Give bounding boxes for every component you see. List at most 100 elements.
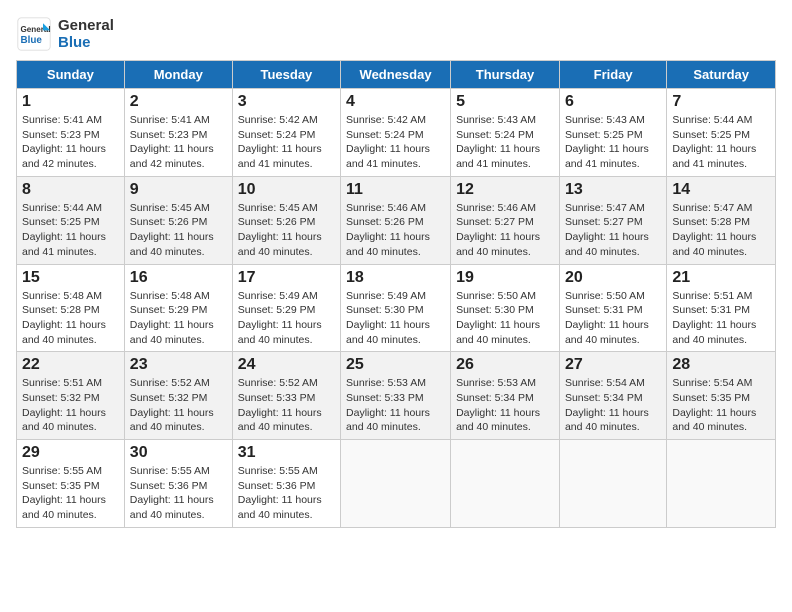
header: General Blue General Blue: [16, 16, 776, 52]
day-header-tuesday: Tuesday: [232, 61, 340, 89]
logo-icon: General Blue: [16, 16, 52, 52]
calendar-cell: 17Sunrise: 5:49 AMSunset: 5:29 PMDayligh…: [232, 264, 340, 352]
day-detail: Sunrise: 5:51 AMSunset: 5:32 PMDaylight:…: [22, 376, 119, 435]
calendar-cell: 18 Sunrise: 5:49 AMSunset: 5:30 PMDayligh…: [341, 264, 451, 352]
day-detail: Sunrise: 5:43 AMSunset: 5:24 PMDaylight:…: [456, 113, 554, 172]
day-number: 14: [672, 181, 770, 199]
day-header-sunday: Sunday: [17, 61, 125, 89]
calendar-body: 1 Sunrise: 5:41 AMSunset: 5:23 PMDaylight…: [17, 89, 776, 528]
day-detail: Sunrise: 5:44 AMSunset: 5:25 PMDaylight:…: [672, 113, 770, 172]
calendar-cell: 1 Sunrise: 5:41 AMSunset: 5:23 PMDaylight…: [17, 89, 125, 177]
day-number: 22: [22, 356, 119, 374]
day-number: 15: [22, 269, 119, 287]
day-detail: Sunrise: 5:48 AMSunset: 5:28 PMDaylight:…: [22, 289, 119, 348]
day-detail: Sunrise: 5:45 AMSunset: 5:26 PMDaylight:…: [238, 201, 335, 260]
day-header-saturday: Saturday: [667, 61, 776, 89]
logo-text2: Blue: [58, 34, 114, 51]
day-number: 2: [130, 93, 227, 111]
calendar-cell: 10 Sunrise: 5:45 AMSunset: 5:26 PMDayligh…: [232, 176, 340, 264]
day-header-wednesday: Wednesday: [341, 61, 451, 89]
day-number: 3: [238, 93, 335, 111]
day-number: 1: [22, 93, 119, 111]
calendar-cell: 7 Sunrise: 5:44 AMSunset: 5:25 PMDaylight…: [667, 89, 776, 177]
calendar-cell: [341, 440, 451, 528]
day-detail: Sunrise: 5:42 AMSunset: 5:24 PMDaylight:…: [238, 113, 335, 172]
day-number: 6: [565, 93, 661, 111]
days-header-row: SundayMondayTuesdayWednesdayThursdayFrid…: [17, 61, 776, 89]
day-number: 7: [672, 93, 770, 111]
calendar-cell: [667, 440, 776, 528]
calendar-cell: 31 Sunrise: 5:55 AMSunset: 5:36 PMDayligh…: [232, 440, 340, 528]
calendar-cell: 24 Sunrise: 5:52 AMSunset: 5:33 PMDayligh…: [232, 352, 340, 440]
day-number: 20: [565, 269, 661, 287]
day-detail: Sunrise: 5:55 AMSunset: 5:36 PMDaylight:…: [238, 464, 335, 523]
table-row: 22 Sunrise: 5:51 AMSunset: 5:32 PMDayligh…: [17, 352, 776, 440]
day-number: 9: [130, 181, 227, 199]
calendar-cell: 16Sunrise: 5:48 AMSunset: 5:29 PMDayligh…: [124, 264, 232, 352]
calendar-header: SundayMondayTuesdayWednesdayThursdayFrid…: [17, 61, 776, 89]
day-detail: Sunrise: 5:50 AMSunset: 5:31 PMDaylight:…: [565, 289, 661, 348]
calendar-cell: 2 Sunrise: 5:41 AMSunset: 5:23 PMDaylight…: [124, 89, 232, 177]
day-number: 11: [346, 181, 445, 199]
day-detail: Sunrise: 5:52 AMSunset: 5:33 PMDaylight:…: [238, 376, 335, 435]
day-detail: Sunrise: 5:47 AMSunset: 5:28 PMDaylight:…: [672, 201, 770, 260]
day-number: 28: [672, 356, 770, 374]
calendar-cell: 15 Sunrise: 5:48 AMSunset: 5:28 PMDayligh…: [17, 264, 125, 352]
day-number: 4: [346, 93, 445, 111]
day-detail: Sunrise: 5:46 AMSunset: 5:27 PMDaylight:…: [456, 201, 554, 260]
day-detail: Sunrise: 5:48 AMSunset: 5:29 PMDaylight:…: [130, 289, 227, 348]
calendar-cell: 5 Sunrise: 5:43 AMSunset: 5:24 PMDaylight…: [451, 89, 560, 177]
calendar-cell: 22 Sunrise: 5:51 AMSunset: 5:32 PMDayligh…: [17, 352, 125, 440]
logo: General Blue General Blue: [16, 16, 114, 52]
calendar-cell: 28Sunrise: 5:54 AMSunset: 5:35 PMDayligh…: [667, 352, 776, 440]
table-row: 29Sunrise: 5:55 AMSunset: 5:35 PMDayligh…: [17, 440, 776, 528]
table-row: 15 Sunrise: 5:48 AMSunset: 5:28 PMDayligh…: [17, 264, 776, 352]
calendar-cell: 12 Sunrise: 5:46 AMSunset: 5:27 PMDayligh…: [451, 176, 560, 264]
day-detail: Sunrise: 5:53 AMSunset: 5:34 PMDaylight:…: [456, 376, 554, 435]
calendar-cell: 25Sunrise: 5:53 AMSunset: 5:33 PMDayligh…: [341, 352, 451, 440]
calendar-cell: 19Sunrise: 5:50 AMSunset: 5:30 PMDayligh…: [451, 264, 560, 352]
day-number: 31: [238, 444, 335, 462]
day-header-monday: Monday: [124, 61, 232, 89]
calendar-cell: 4 Sunrise: 5:42 AMSunset: 5:24 PMDaylight…: [341, 89, 451, 177]
calendar-cell: [559, 440, 666, 528]
calendar-cell: 21 Sunrise: 5:51 AMSunset: 5:31 PMDayligh…: [667, 264, 776, 352]
calendar-cell: 11Sunrise: 5:46 AMSunset: 5:26 PMDayligh…: [341, 176, 451, 264]
svg-text:Blue: Blue: [21, 35, 43, 46]
calendar-cell: 29Sunrise: 5:55 AMSunset: 5:35 PMDayligh…: [17, 440, 125, 528]
day-number: 13: [565, 181, 661, 199]
day-number: 21: [672, 269, 770, 287]
calendar-cell: 8Sunrise: 5:44 AMSunset: 5:25 PMDaylight…: [17, 176, 125, 264]
table-row: 8Sunrise: 5:44 AMSunset: 5:25 PMDaylight…: [17, 176, 776, 264]
day-number: 24: [238, 356, 335, 374]
calendar-cell: 20 Sunrise: 5:50 AMSunset: 5:31 PMDayligh…: [559, 264, 666, 352]
day-number: 12: [456, 181, 554, 199]
day-header-friday: Friday: [559, 61, 666, 89]
day-number: 19: [456, 269, 554, 287]
day-detail: Sunrise: 5:51 AMSunset: 5:31 PMDaylight:…: [672, 289, 770, 348]
day-number: 18: [346, 269, 445, 287]
calendar-cell: 23 Sunrise: 5:52 AMSunset: 5:32 PMDayligh…: [124, 352, 232, 440]
calendar-cell: 30Sunrise: 5:55 AMSunset: 5:36 PMDayligh…: [124, 440, 232, 528]
calendar-cell: 26 Sunrise: 5:53 AMSunset: 5:34 PMDayligh…: [451, 352, 560, 440]
day-detail: Sunrise: 5:41 AMSunset: 5:23 PMDaylight:…: [22, 113, 119, 172]
day-detail: Sunrise: 5:45 AMSunset: 5:26 PMDaylight:…: [130, 201, 227, 260]
day-detail: Sunrise: 5:42 AMSunset: 5:24 PMDaylight:…: [346, 113, 445, 172]
day-detail: Sunrise: 5:49 AMSunset: 5:29 PMDaylight:…: [238, 289, 335, 348]
day-number: 23: [130, 356, 227, 374]
day-detail: Sunrise: 5:54 AMSunset: 5:34 PMDaylight:…: [565, 376, 661, 435]
day-number: 5: [456, 93, 554, 111]
day-detail: Sunrise: 5:44 AMSunset: 5:25 PMDaylight:…: [22, 201, 119, 260]
day-detail: Sunrise: 5:49 AMSunset: 5:30 PMDaylight:…: [346, 289, 445, 348]
day-detail: Sunrise: 5:41 AMSunset: 5:23 PMDaylight:…: [130, 113, 227, 172]
day-detail: Sunrise: 5:52 AMSunset: 5:32 PMDaylight:…: [130, 376, 227, 435]
day-number: 27: [565, 356, 661, 374]
day-detail: Sunrise: 5:55 AMSunset: 5:36 PMDaylight:…: [130, 464, 227, 523]
calendar-cell: 6Sunrise: 5:43 AMSunset: 5:25 PMDaylight…: [559, 89, 666, 177]
day-detail: Sunrise: 5:55 AMSunset: 5:35 PMDaylight:…: [22, 464, 119, 523]
day-number: 10: [238, 181, 335, 199]
day-number: 26: [456, 356, 554, 374]
calendar-cell: 13Sunrise: 5:47 AMSunset: 5:27 PMDayligh…: [559, 176, 666, 264]
day-number: 25: [346, 356, 445, 374]
day-header-thursday: Thursday: [451, 61, 560, 89]
